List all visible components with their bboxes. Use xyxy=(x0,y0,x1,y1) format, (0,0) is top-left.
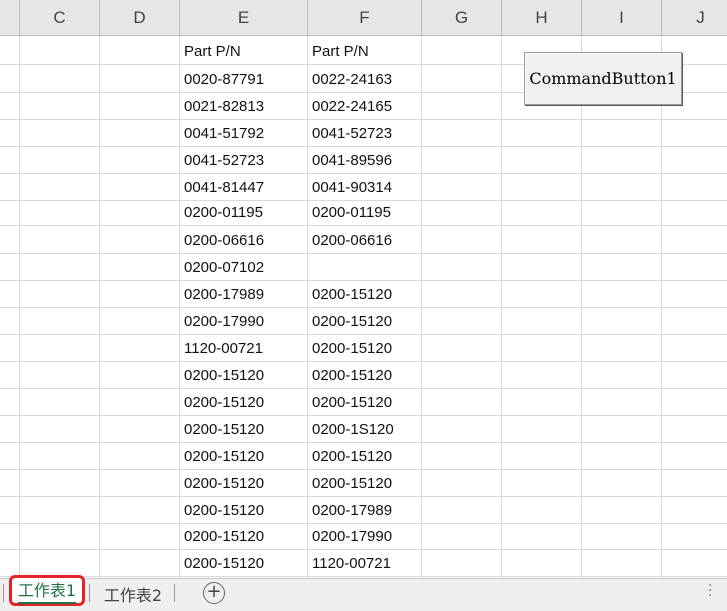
grid-line xyxy=(0,307,727,308)
cell-f7[interactable]: 0200-01195 xyxy=(312,204,391,221)
cell-e4[interactable]: 0041-51792 xyxy=(184,125,264,142)
cell-e17[interactable]: 0200-15120 xyxy=(184,475,264,492)
grid-line xyxy=(0,253,727,254)
sheet-tab-1[interactable]: 工作表1 xyxy=(9,575,85,606)
cell-e10[interactable]: 0200-17989 xyxy=(184,286,264,303)
grid-line xyxy=(0,469,727,470)
cell-f8[interactable]: 0200-06616 xyxy=(312,232,392,249)
cell-e5[interactable]: 0041-52723 xyxy=(184,152,264,169)
grid-line xyxy=(0,549,727,550)
cell-f2[interactable]: 0022-24163 xyxy=(312,71,392,88)
grid-line xyxy=(0,442,727,443)
cell-f20[interactable]: 1120-00721 xyxy=(312,555,391,572)
cell-e16[interactable]: 0200-15120 xyxy=(184,448,264,465)
grid-line xyxy=(0,388,727,389)
tab-separator xyxy=(3,584,4,602)
cell-e15[interactable]: 0200-15120 xyxy=(184,421,264,438)
column-header-h[interactable]: H xyxy=(502,0,582,36)
cell-e9[interactable]: 0200-07102 xyxy=(184,259,264,276)
cell-f6[interactable]: 0041-90314 xyxy=(312,179,392,196)
column-header-d[interactable]: D xyxy=(100,0,180,36)
cell-f3[interactable]: 0022-24165 xyxy=(312,98,392,115)
column-header-i[interactable]: I xyxy=(582,0,662,36)
grid-line xyxy=(0,523,727,524)
cell-e6[interactable]: 0041-81447 xyxy=(184,179,264,196)
sheet-tab-1-label: 工作表1 xyxy=(17,577,77,604)
cell-e11[interactable]: 0200-17990 xyxy=(184,313,264,330)
grid-line xyxy=(0,361,727,362)
cell-e12[interactable]: 1120-00721 xyxy=(184,340,263,357)
grid-line xyxy=(0,119,727,120)
tab-separator xyxy=(174,584,175,602)
cell-f4[interactable]: 0041-52723 xyxy=(312,125,392,142)
row-header-stub xyxy=(0,0,20,36)
cell-f13[interactable]: 0200-15120 xyxy=(312,367,392,384)
cell-e13[interactable]: 0200-15120 xyxy=(184,367,264,384)
column-header-e[interactable]: E xyxy=(180,0,308,36)
cell-e18[interactable]: 0200-15120 xyxy=(184,502,264,519)
column-header-f[interactable]: F xyxy=(308,0,422,36)
column-header-c[interactable]: C xyxy=(20,0,100,36)
tab-separator xyxy=(89,584,90,602)
cell-f11[interactable]: 0200-15120 xyxy=(312,313,392,330)
cell-f1[interactable]: Part P/N xyxy=(312,43,369,60)
grid-line xyxy=(0,334,727,335)
column-header-j[interactable]: J xyxy=(662,0,727,36)
cell-f14[interactable]: 0200-15120 xyxy=(312,394,392,411)
cell-f17[interactable]: 0200-15120 xyxy=(312,475,392,492)
grid-line xyxy=(0,225,727,226)
add-sheet-icon[interactable]: + xyxy=(203,582,225,604)
sheet-tab-bar: 工作表1 工作表2 + · · · xyxy=(0,575,727,611)
column-header-g[interactable]: G xyxy=(422,0,502,36)
cell-f16[interactable]: 0200-15120 xyxy=(312,448,392,465)
cell-e2[interactable]: 0020-87791 xyxy=(184,71,264,88)
cell-f10[interactable]: 0200-15120 xyxy=(312,286,392,303)
cell-e14[interactable]: 0200-15120 xyxy=(184,394,264,411)
cell-e19[interactable]: 0200-15120 xyxy=(184,528,264,545)
grid-line xyxy=(0,280,727,281)
cell-e1[interactable]: Part P/N xyxy=(184,43,241,60)
cell-e20[interactable]: 0200-15120 xyxy=(184,555,264,572)
cell-e3[interactable]: 0021-82813 xyxy=(184,98,264,115)
grid-line xyxy=(0,496,727,497)
sheet-tab-2[interactable]: 工作表2 xyxy=(96,579,170,609)
sheet-tab-2-label: 工作表2 xyxy=(103,586,163,605)
grid-line xyxy=(0,173,727,174)
cell-f12[interactable]: 0200-15120 xyxy=(312,340,392,357)
cell-f19[interactable]: 0200-17990 xyxy=(312,528,392,545)
tab-menu-icon[interactable]: · · · xyxy=(708,579,714,603)
command-button[interactable]: CommandButton1 xyxy=(524,52,682,105)
cell-f18[interactable]: 0200-17989 xyxy=(312,502,392,519)
grid-line xyxy=(0,415,727,416)
cell-e8[interactable]: 0200-06616 xyxy=(184,232,264,249)
cell-f5[interactable]: 0041-89596 xyxy=(312,152,392,169)
grid-line xyxy=(0,146,727,147)
grid-line xyxy=(0,200,727,201)
grid-line xyxy=(0,576,727,577)
cell-f15[interactable]: 0200-1S120 xyxy=(312,421,394,438)
cell-e7[interactable]: 0200-01195 xyxy=(184,204,263,221)
